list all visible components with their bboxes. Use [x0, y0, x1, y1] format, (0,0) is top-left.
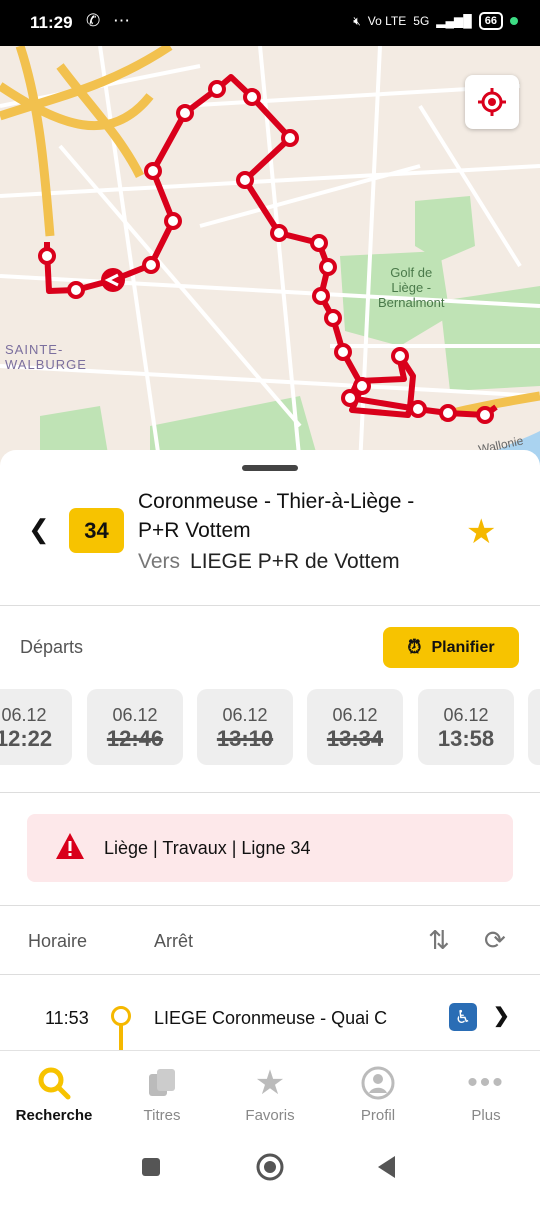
route-map[interactable]: SAINTE- WALBURGE Golf de Liège - Bernalm… [0, 46, 540, 466]
nav-label: Recherche [15, 1107, 93, 1124]
district-label-line1: SAINTE- [5, 342, 64, 357]
district-label: SAINTE- WALBURGE [5, 342, 87, 372]
park-area [415, 196, 475, 261]
privacy-dot-icon [510, 17, 518, 25]
stop-name: LIEGE Coronmeuse - Quai C [154, 1008, 388, 1028]
nav-favorites[interactable]: ★ Favoris [216, 1051, 324, 1124]
line-number-badge: 34 [69, 508, 124, 553]
volte-icon: Vo LTE [367, 14, 407, 28]
status-bar: 11:29 ✆ ⋯ 🔇︎ Vo LTE 5G ▂▄▆█ 66 [0, 0, 540, 46]
back-chevron-icon[interactable]: ❮ [28, 514, 50, 545]
alarm-clock-icon: ⏰︎ [407, 637, 422, 657]
district-label-line2: WALBURGE [5, 357, 87, 372]
golf-label-line2: Liège - [391, 280, 432, 295]
system-navigation [0, 1136, 540, 1200]
departure-card-partial[interactable] [528, 689, 540, 765]
recents-icon[interactable] [142, 1158, 160, 1176]
nav-more[interactable]: ••• Plus [432, 1051, 540, 1124]
back-icon[interactable] [378, 1156, 395, 1178]
profile-icon [324, 1063, 432, 1103]
nav-label: Titres [143, 1107, 181, 1124]
search-icon [0, 1063, 108, 1103]
golf-label: Golf de Liège - Bernalmont [378, 265, 444, 310]
locate-button[interactable] [465, 75, 519, 129]
more-icon: ••• [467, 1066, 505, 1099]
departures-label: Départs [20, 637, 84, 657]
chevron-right-icon[interactable]: ❯ [493, 1003, 510, 1028]
whatsapp-icon: ✆ ⋯ [86, 11, 134, 30]
nav-label: Plus [471, 1107, 501, 1124]
departure-date: 06.12 [222, 705, 268, 725]
tickets-icon [108, 1063, 216, 1103]
route-title: Coronmeuse - Thier-à-Liège - P+R Vottem [138, 490, 415, 542]
nav-tickets[interactable]: Titres [108, 1051, 216, 1124]
column-header-stop: Arrêt [154, 931, 194, 951]
golf-label-line3: Bernalmont [378, 295, 445, 310]
timeline-dot [111, 1006, 131, 1026]
nav-profile[interactable]: Profil [324, 1051, 432, 1124]
divider [0, 605, 540, 606]
departures-list[interactable]: 06.12 12:22 06.12 12:46 06.12 13:10 06.1… [0, 689, 540, 765]
map-canvas[interactable] [0, 46, 540, 466]
route-sheet: ❮ 34 Coronmeuse - Thier-à-Liège - P+R Vo… [0, 450, 540, 1052]
divider [0, 792, 540, 793]
stop-time: 11:53 [45, 1008, 89, 1028]
nav-search[interactable]: Recherche [0, 1051, 108, 1124]
departure-time: 12:22 [0, 726, 53, 751]
crosshair-icon [478, 88, 506, 116]
plan-button-label: Planifier [431, 638, 495, 656]
nav-label: Profil [360, 1107, 396, 1124]
star-icon: ★ [254, 1064, 286, 1102]
column-header-time: Horaire [28, 931, 88, 951]
divider [0, 905, 540, 906]
plan-button[interactable]: ⏰︎ Planifier [383, 627, 519, 668]
departure-date: 06.12 [1, 705, 47, 725]
departure-date: 06.12 [112, 705, 158, 725]
warning-icon [56, 833, 84, 859]
status-icons: 🔇︎ Vo LTE 5G ▂▄▆█ 66 [353, 12, 518, 30]
departure-date: 06.12 [443, 705, 489, 725]
departure-date: 06.12 [332, 705, 378, 725]
departure-card[interactable]: 06.12 12:22 [0, 689, 72, 765]
bottom-navigation: Recherche Titres ★ Favoris Profil ••• Pl… [0, 1050, 540, 1137]
swap-direction-icon[interactable]: ⇅ [428, 925, 450, 956]
status-time: 11:29 [30, 13, 73, 32]
route-direction: Vers LIEGE P+R de Vottem [138, 550, 400, 574]
departure-time-cancelled: 13:10 [216, 726, 274, 751]
departure-card[interactable]: 06.12 13:10 [197, 689, 293, 765]
wheelchair-icon: ♿︎ [449, 1003, 477, 1031]
disruption-alert[interactable]: Liège | Travaux | Ligne 34 [27, 814, 513, 882]
departure-card[interactable]: 06.12 12:46 [87, 689, 183, 765]
departure-card[interactable]: 06.12 13:34 [307, 689, 403, 765]
direction-prefix: Vers [138, 550, 181, 573]
battery-icon: 66 [478, 12, 503, 30]
mute-icon: 🔇︎ [353, 13, 361, 28]
signal-icon: ▂▄▆█ [436, 14, 472, 28]
departure-time-cancelled: 13:34 [326, 726, 384, 751]
departure-time: 13:58 [437, 726, 495, 751]
nav-label: Favoris [245, 1107, 295, 1124]
refresh-icon[interactable]: ⟳ [484, 925, 506, 956]
drag-handle[interactable] [242, 465, 298, 471]
favorite-star-icon[interactable]: ★ [466, 512, 496, 552]
network-icon: 5G [413, 14, 430, 28]
bus-position-icon[interactable] [101, 268, 125, 292]
alert-text: Liège | Travaux | Ligne 34 [104, 838, 311, 858]
direction-destination: LIEGE P+R de Vottem [190, 550, 400, 573]
golf-label-line1: Golf de [390, 265, 433, 280]
departure-card[interactable]: 06.12 13:58 [418, 689, 514, 765]
divider [0, 974, 540, 975]
departure-time-cancelled: 12:46 [106, 726, 164, 751]
